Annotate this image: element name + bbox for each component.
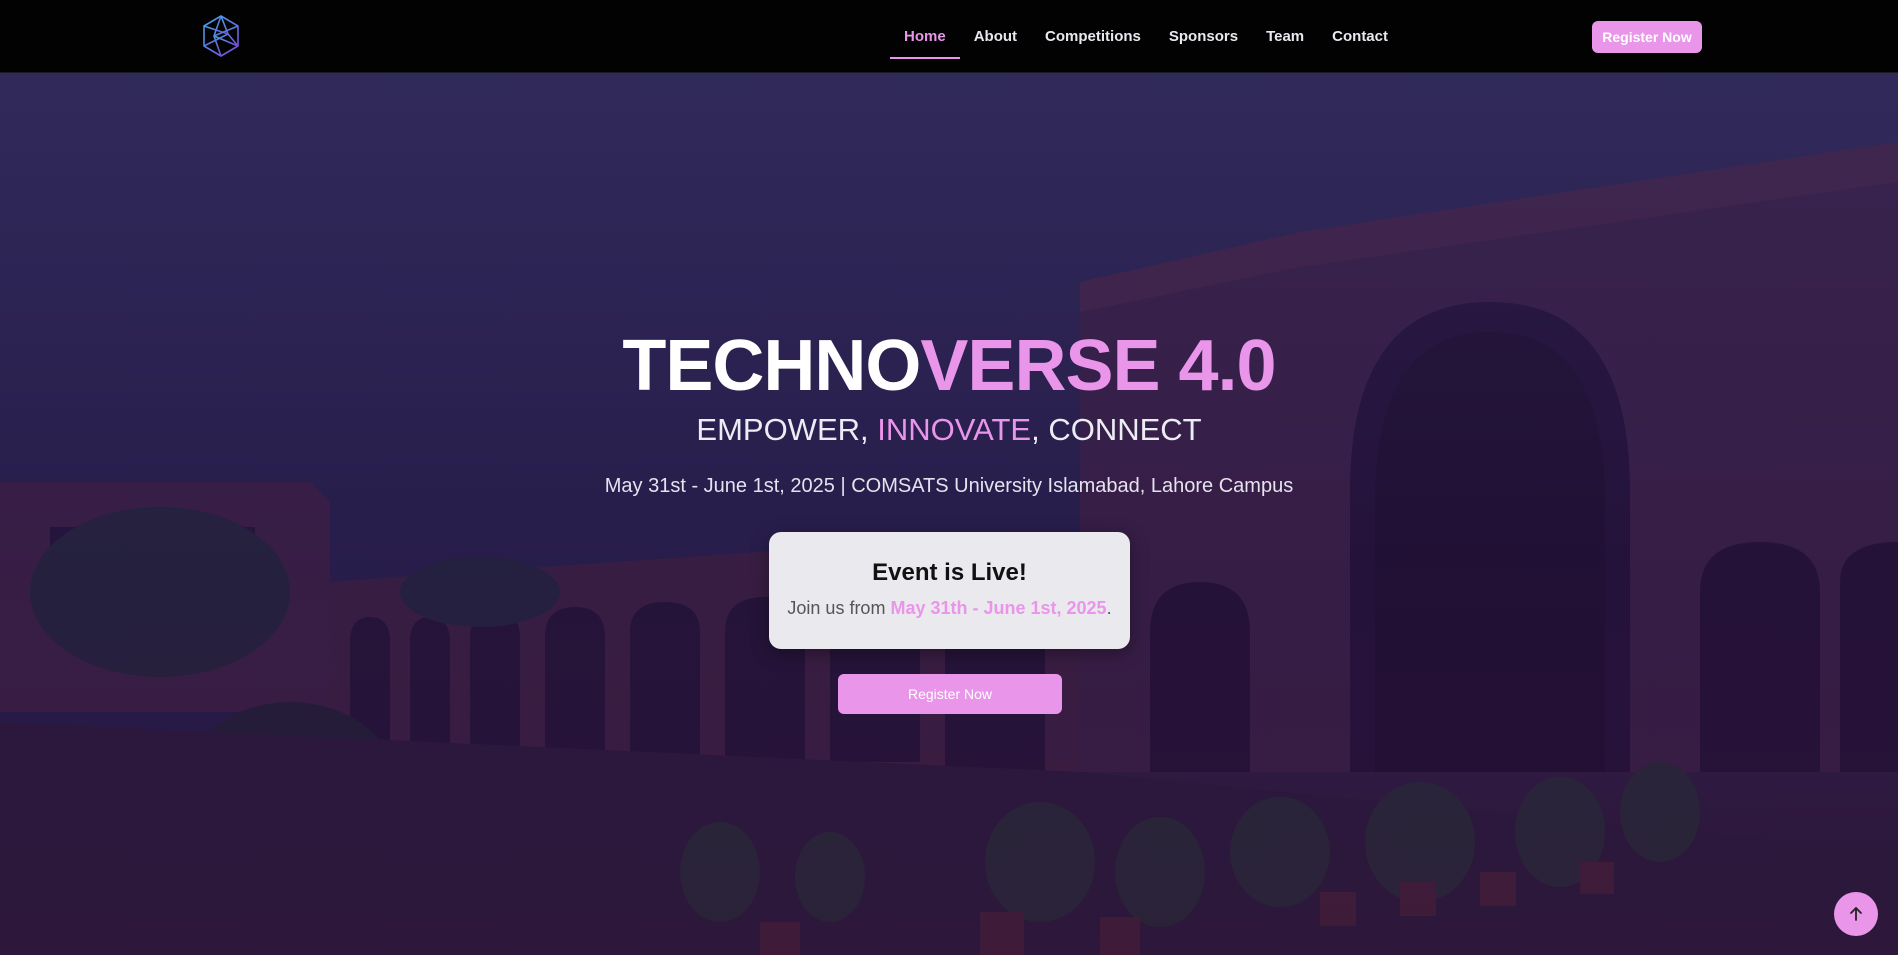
geodesic-logo-icon[interactable] xyxy=(200,14,242,58)
nav-links: Home About Competitions Sponsors Team Co… xyxy=(890,0,1402,72)
hero-tagline: EMPOWER, INNOVATE, CONNECT xyxy=(0,410,1898,450)
tagline-innovate: INNOVATE xyxy=(877,412,1032,447)
hero-title-part1: TECHNO xyxy=(622,326,921,406)
nav-register-button[interactable]: Register Now xyxy=(1592,21,1702,53)
live-card-title: Event is Live! xyxy=(872,559,1027,586)
hero-title-part2: VERSE 4.0 xyxy=(920,326,1276,406)
hero-overlay xyxy=(0,72,1898,955)
tagline-connect: , CONNECT xyxy=(1031,412,1202,447)
live-card-dates: May 31th - June 1st, 2025 xyxy=(890,598,1107,618)
nav-link-contact[interactable]: Contact xyxy=(1318,0,1402,72)
live-card-prefix: Join us from xyxy=(787,598,891,618)
hero-section: TECHNOVERSE 4.0 EMPOWER, INNOVATE, CONNE… xyxy=(0,72,1898,955)
nav-link-about[interactable]: About xyxy=(960,0,1031,72)
scroll-to-top-button[interactable] xyxy=(1834,892,1878,936)
arrow-up-icon xyxy=(1850,907,1862,921)
live-card-text: Join us from May 31th - June 1st, 2025. xyxy=(769,596,1130,620)
page: Home About Competitions Sponsors Team Co… xyxy=(0,0,1898,955)
nav-link-competitions[interactable]: Competitions xyxy=(1031,0,1155,72)
nav-link-home[interactable]: Home xyxy=(890,0,960,72)
nav-link-sponsors[interactable]: Sponsors xyxy=(1155,0,1252,72)
hero-title: TECHNOVERSE 4.0 xyxy=(0,326,1898,406)
navbar: Home About Competitions Sponsors Team Co… xyxy=(0,0,1898,73)
live-card-suffix: . xyxy=(1106,598,1112,618)
tagline-empower: EMPOWER, xyxy=(696,412,878,447)
event-date-location: May 31st - June 1st, 2025 | COMSATS Univ… xyxy=(604,475,1294,497)
hero-register-button[interactable]: Register Now xyxy=(838,674,1062,714)
event-live-card: Event is Live! Join us from May 31th - J… xyxy=(769,532,1130,649)
nav-link-team[interactable]: Team xyxy=(1252,0,1318,72)
